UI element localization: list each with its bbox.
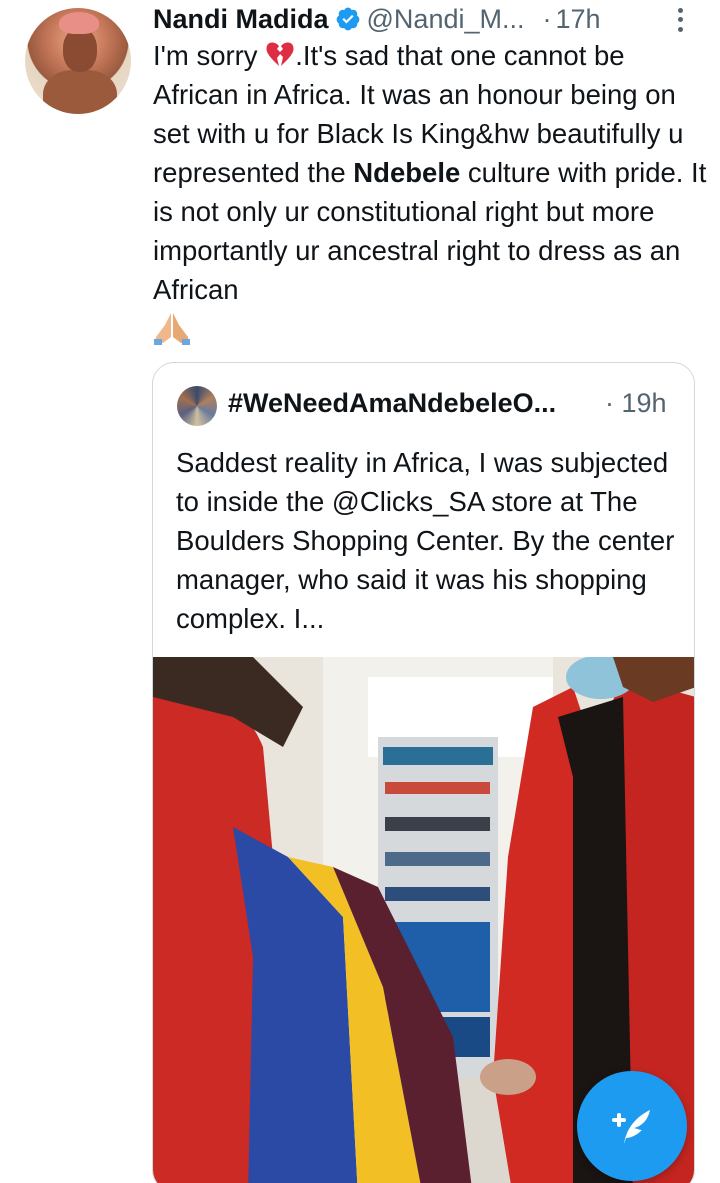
quoted-author-name: #WeNeedAmaNdebeleO... <box>228 388 557 418</box>
more-options-icon[interactable] <box>672 6 688 34</box>
avatar-shoulder <box>43 70 117 114</box>
author-name[interactable]: Nandi Madida <box>153 4 329 35</box>
compose-feather-icon <box>612 1110 650 1144</box>
praying-hands-icon <box>154 313 190 345</box>
quoted-tweet-text: Saddest reality in Africa, I was subject… <box>176 447 675 634</box>
quoted-author-avatar <box>177 386 217 426</box>
quoted-tweet-card[interactable]: #WeNeedAmaNdebeleO... · 19h Saddest real… <box>152 362 695 1183</box>
broken-heart-icon <box>266 42 294 66</box>
tweet-header: Nandi Madida @Nandi_M... · 17h <box>153 2 601 36</box>
quoted-tweet-time: · 19h <box>605 388 667 419</box>
avatar-hair <box>59 12 99 34</box>
quoted-tweet-header: #WeNeedAmaNdebeleO... <box>228 388 556 419</box>
avatar-face <box>63 28 97 72</box>
tweet-text-part: I'm sorry <box>153 40 266 71</box>
tweet-body: I'm sorry .It's sad that one cannot be A… <box>153 36 708 351</box>
tweet-text-bold: Ndebele <box>353 157 461 188</box>
tweet-timestamp[interactable]: 17h <box>555 4 600 35</box>
author-avatar[interactable] <box>25 8 131 114</box>
time-separator: · <box>542 3 552 34</box>
quoted-timestamp: 19h <box>621 388 667 418</box>
compose-tweet-button[interactable] <box>577 1071 687 1181</box>
quoted-time-separator: · <box>605 388 614 418</box>
verified-badge-icon <box>336 7 359 31</box>
author-handle[interactable]: @Nandi_M... <box>367 4 525 35</box>
